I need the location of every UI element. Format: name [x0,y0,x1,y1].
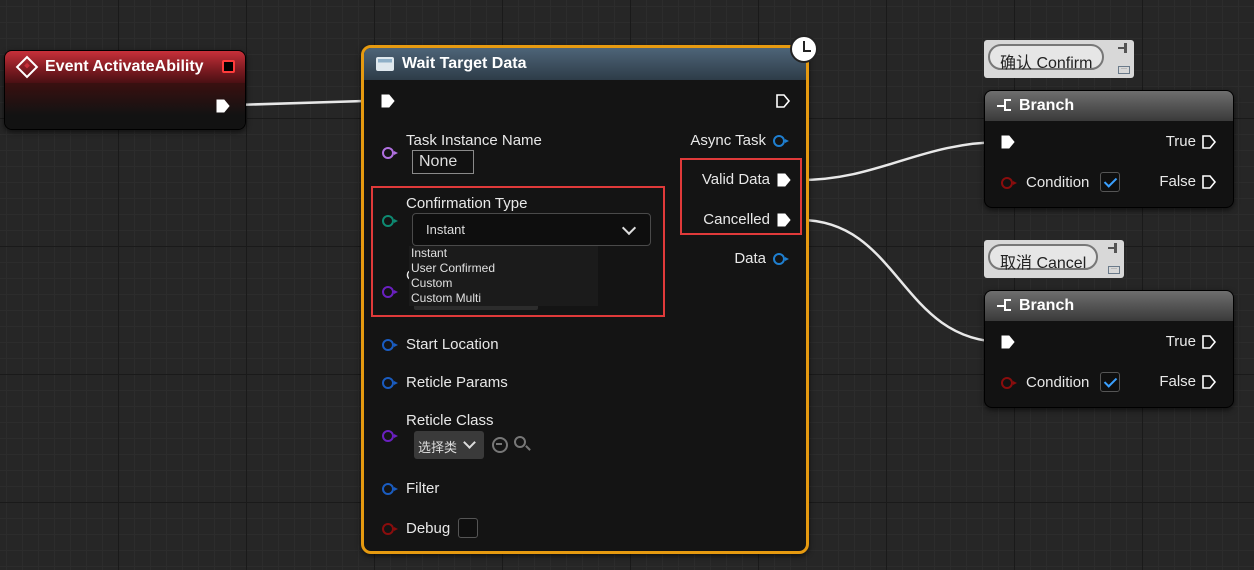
branch-confirm-false-label: False [1159,173,1196,190]
data-label: Data [734,250,766,267]
event-exec-out-pin[interactable] [215,98,231,114]
branch-cancel-false-pin[interactable] [1201,374,1217,390]
wait-exec-out-pin[interactable] [775,93,791,109]
browse-search-icon[interactable] [514,436,530,452]
event-diamond-icon [15,55,39,79]
event-node-title: Event ActivateAbility [45,58,204,75]
async-task-pin[interactable] [773,135,789,147]
event-node-header[interactable]: Event ActivateAbility [5,51,245,83]
branch-cancel-exec-in-pin[interactable] [1000,334,1016,350]
reticle-class-picker[interactable]: 选择类 [414,431,484,459]
branch-title-cancel: Branch [1019,297,1075,314]
reticle-params-pin[interactable] [382,377,398,389]
pushpin-icon[interactable] [1108,243,1118,253]
branch-confirm-true-pin[interactable] [1201,134,1217,150]
debug-label: Debug [406,520,451,537]
wait-exec-in-pin[interactable] [380,93,396,109]
branch-confirm-true-label: True [1165,133,1196,150]
branch-confirm-condition-label: Condition [1026,174,1090,191]
branch-confirm-condition-checkbox[interactable] [1100,172,1120,192]
confirmation-type-highlight [371,186,665,317]
reticle-class-label: Reticle Class [406,412,494,429]
branch-icon [997,298,1013,314]
wait-target-data-title: Wait Target Data [402,55,527,72]
branch-cancel-condition-pin[interactable] [1001,377,1017,389]
latent-clock-icon [790,35,818,63]
chevron-down-icon [463,436,476,449]
wait-target-data-header[interactable]: Wait Target Data [364,48,806,80]
branch-icon [997,98,1013,114]
branch-cancel-true-pin[interactable] [1201,334,1217,350]
wire-event-to-wait [235,99,365,107]
function-icon [376,57,394,71]
reticle-params-label: Reticle Params [406,374,508,391]
branch-header-cancel[interactable]: Branch [985,291,1233,321]
task-instance-name-field[interactable]: None [412,150,474,174]
start-location-label: Start Location [406,336,499,353]
branch-cancel-false-label: False [1159,373,1196,390]
branch-confirm-exec-in-pin[interactable] [1000,134,1016,150]
filter-pin[interactable] [382,483,398,495]
pushpin-icon[interactable] [1118,43,1128,53]
task-instance-name-label: Task Instance Name [406,132,542,149]
more-icon[interactable]: ··· [1108,266,1120,274]
start-location-pin[interactable] [382,339,398,351]
branch-confirm-false-pin[interactable] [1201,174,1217,190]
comment-bubble-confirm[interactable]: 确认 Confirm ··· [984,40,1134,78]
event-activate-ability-node[interactable]: Event ActivateAbility [4,50,246,130]
branch-confirm-condition-pin[interactable] [1001,177,1017,189]
more-icon[interactable]: ··· [1118,66,1130,74]
wire-valid-to-confirm [799,140,1005,182]
comment-text-confirm: 确认 Confirm [988,44,1105,72]
data-pin[interactable] [773,253,789,265]
reticle-class-value: 选择类 [418,440,458,455]
branch-cancel-true-label: True [1165,333,1196,350]
reticle-class-pin[interactable] [382,430,398,442]
exec-outputs-highlight [680,158,802,235]
task-instance-name-pin[interactable] [382,147,398,159]
branch-header-confirm[interactable]: Branch [985,91,1233,121]
comment-bubble-cancel[interactable]: 取消 Cancel ··· [984,240,1124,278]
branch-cancel-condition-checkbox[interactable] [1100,372,1120,392]
event-node-body [5,83,245,129]
wire-cancelled-to-cancel [799,218,1005,344]
use-selected-icon[interactable] [492,437,508,453]
comment-text-cancel: 取消 Cancel [988,244,1099,272]
branch-title-confirm: Branch [1019,97,1075,114]
stop-square-icon [222,60,235,73]
debug-pin[interactable] [382,523,398,535]
filter-label: Filter [406,480,440,497]
async-task-label: Async Task [690,132,766,149]
debug-checkbox[interactable] [458,518,478,538]
branch-cancel-condition-label: Condition [1026,374,1090,391]
